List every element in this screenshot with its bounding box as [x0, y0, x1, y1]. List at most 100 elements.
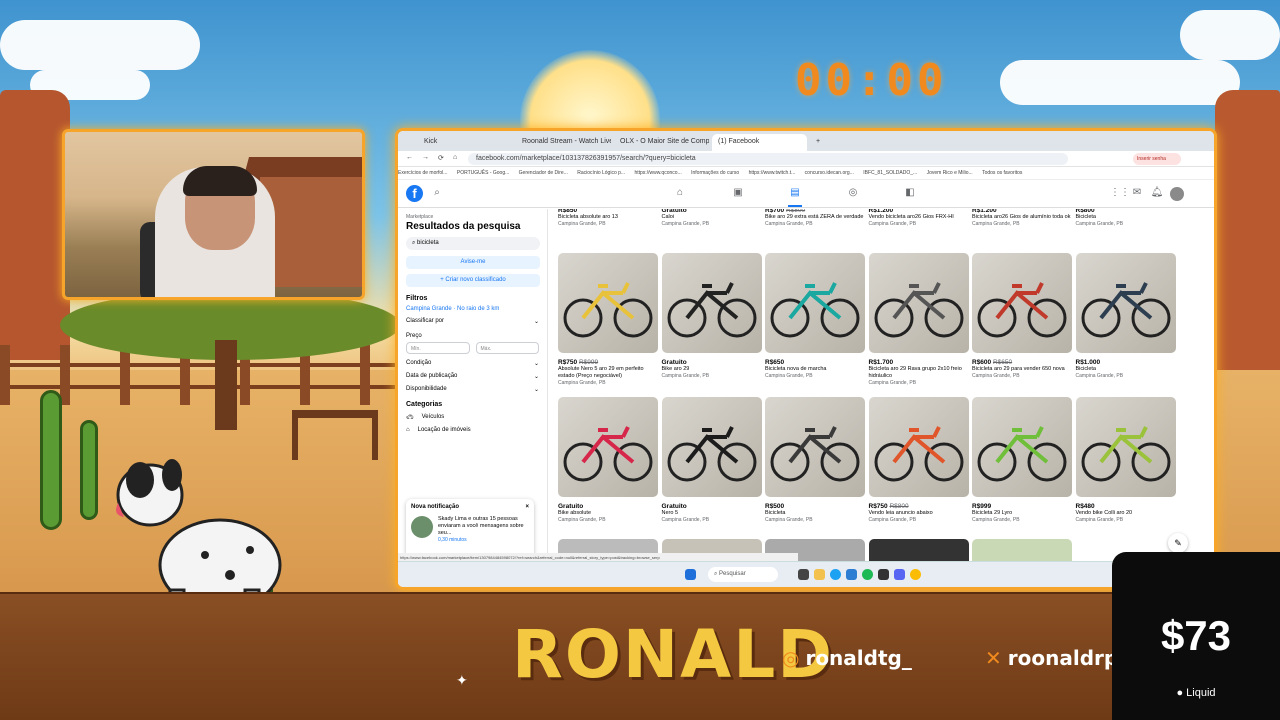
- bookmark-item[interactable]: Raciocínio Lógico p...: [577, 170, 625, 176]
- windows-start-icon[interactable]: [685, 569, 696, 580]
- listing-title: Bike absolute: [558, 510, 592, 516]
- webcam-streamer-hair: [183, 166, 257, 196]
- listing-card[interactable]: R$1.700 Bicicleta aro 29 Rava grupo 2x10…: [868, 253, 969, 386]
- listing-card[interactable]: R$999 Bicicleta 29 Lyro Campina Grande, P…: [972, 397, 1072, 523]
- condition-label: Condição: [406, 360, 432, 366]
- home-icon[interactable]: ⌂: [453, 154, 457, 161]
- listing-card[interactable]: Gratuito Bike aro 29 Campina Grande, PB: [661, 253, 762, 379]
- listing-photo: [558, 253, 658, 353]
- listing-title: Bicicleta aro26 Gios de alumínio toda ok: [972, 214, 1071, 220]
- listing-card[interactable]: R$1.200 Bicicleta aro26 Gios de alumínio…: [972, 209, 1072, 227]
- category-rentals[interactable]: ⌂ Locação de imóveis: [406, 427, 539, 433]
- forward-icon[interactable]: →: [422, 154, 429, 161]
- listing-card[interactable]: R$750 R$800 Vendo leia anuncio abaixo Camp…: [868, 397, 969, 523]
- task-view-icon[interactable]: [798, 569, 809, 580]
- marketplace-icon[interactable]: ▤: [788, 187, 802, 207]
- category-vehicles[interactable]: 🚗︎ Veículos: [406, 414, 539, 421]
- listing-card[interactable]: R$1.200 Vendo bicicleta aro26 Gios FRX-H…: [869, 209, 969, 227]
- obs-icon[interactable]: [878, 569, 889, 580]
- avatar[interactable]: [1170, 187, 1184, 201]
- donation-amount: $73: [1160, 612, 1232, 659]
- availability-dropdown[interactable]: Disponibilidade ⌄: [406, 386, 539, 393]
- compose-icon[interactable]: ✎: [1168, 533, 1188, 553]
- back-icon[interactable]: ←: [406, 154, 413, 161]
- listing-card[interactable]: R$600 R$650 Bicicleta aro 29 para vender …: [972, 253, 1072, 379]
- listing-title: Bicicleta aro 29 para vender 650 nova: [972, 366, 1065, 372]
- x-handle: ✕ roonaldrp: [985, 646, 1112, 670]
- bookmark-item[interactable]: https://www.twitch.t...: [749, 170, 796, 176]
- create-listing-button[interactable]: + Criar novo classificado: [406, 274, 540, 287]
- messenger-icon[interactable]: ✉: [1130, 187, 1144, 201]
- listing-photo: [1075, 397, 1176, 497]
- bookmark-item[interactable]: IBFC_81_SOLDADO_...: [863, 170, 917, 176]
- car-icon: 🚗︎: [406, 415, 414, 421]
- close-icon[interactable]: ×: [525, 504, 529, 510]
- listing-card[interactable]: Gratuito Caloi Campina Grande, PB: [662, 209, 762, 227]
- listing-price: R$500: [765, 503, 785, 510]
- search-icon[interactable]: ⌕: [430, 187, 444, 201]
- taskbar-search[interactable]: ⌕ Pesquisar: [708, 567, 778, 582]
- menu-icon[interactable]: ⋮⋮: [1110, 187, 1130, 201]
- groups-icon[interactable]: ◎: [846, 187, 860, 201]
- edge-icon[interactable]: [830, 569, 841, 580]
- facebook-logo[interactable]: f: [406, 185, 423, 202]
- listing-old-price: R$999: [578, 359, 599, 366]
- bookmark-item[interactable]: Exercícios de morfol...: [398, 170, 447, 176]
- gaming-icon[interactable]: ◧: [903, 187, 917, 201]
- chevron-down-icon: ⌄: [533, 374, 539, 380]
- cactus-graphic: [80, 420, 98, 520]
- bookmark-item[interactable]: Todos os favoritos: [982, 170, 1022, 176]
- listing-card[interactable]: R$480 Vendo bike Colli aro 20 Campina Gra…: [1075, 397, 1176, 523]
- condition-dropdown[interactable]: Condição ⌄: [406, 360, 539, 367]
- bicycle-icon: [874, 426, 963, 482]
- tab-facebook[interactable]: (1) Facebook: [712, 134, 807, 151]
- date-dropdown[interactable]: Data de publicação ⌄: [406, 373, 539, 380]
- store-icon[interactable]: [846, 569, 857, 580]
- chrome-icon[interactable]: [910, 569, 921, 580]
- listing-card[interactable]: R$650 Bicicleta nova de marcha Campina Gr…: [765, 253, 865, 379]
- marketplace-search-input[interactable]: ⌕ bicicleta: [406, 237, 540, 250]
- listing-price: R$600 R$650: [972, 359, 1013, 366]
- listing-card[interactable]: R$500 Bicicleta Campina Grande, PB: [765, 397, 865, 523]
- listing-card[interactable]: R$700 R$800 Bike aro 29 extra está ZERA d…: [765, 209, 865, 227]
- location-filter[interactable]: Campina Grande · No raio de 3 km: [406, 306, 539, 312]
- home-icon[interactable]: ⌂: [673, 187, 687, 201]
- tab-kick[interactable]: Kick: [418, 134, 513, 151]
- categories-heading: Categorias: [406, 401, 443, 408]
- listing-title: Vendo bike Colli aro 20: [1075, 510, 1133, 516]
- file-explorer-icon[interactable]: [814, 569, 825, 580]
- listing-location: Campina Grande, PB: [558, 221, 606, 227]
- listing-photo: [661, 397, 762, 497]
- new-tab-button[interactable]: +: [810, 134, 824, 151]
- listing-card[interactable]: R$800 Bicicleta Campina Grande, PB: [1076, 209, 1176, 227]
- password-badge[interactable]: Inserir senha: [1133, 153, 1181, 165]
- sort-by-dropdown[interactable]: Classificar por ⌄: [406, 318, 539, 325]
- listing-card[interactable]: R$750 R$999 Absolute Nero 5 aro 29 em per…: [558, 253, 658, 386]
- rock-mesa: [0, 90, 70, 360]
- donation-widget: $73 ● Liquid: [1112, 552, 1280, 720]
- bookmark-item[interactable]: https://www.qconco...: [634, 170, 681, 176]
- url-input[interactable]: facebook.com/marketplace/103137826391957…: [468, 153, 1068, 165]
- max-price-input[interactable]: Máx.: [475, 342, 539, 354]
- bookmark-item[interactable]: Gerenciador de Dire...: [519, 170, 568, 176]
- video-icon[interactable]: ▣: [731, 187, 745, 201]
- reload-icon[interactable]: ⟳: [438, 154, 444, 162]
- listing-card[interactable]: R$850 Bicicleta absolute aro 13 Campina G…: [558, 209, 658, 227]
- discord-icon[interactable]: [894, 569, 905, 580]
- tab-twitch[interactable]: Roonald Stream - Watch Live on...: [516, 134, 611, 151]
- tab-olx[interactable]: OLX - O Maior Site de Compra...: [614, 134, 709, 151]
- cloud-graphic: [1000, 60, 1240, 105]
- min-price-input[interactable]: Mín.: [406, 342, 470, 354]
- listing-card[interactable]: Gratuito Nero 5 Campina Grande, PB: [661, 397, 762, 523]
- bookmark-item[interactable]: Jovem Rico e Milio...: [927, 170, 973, 176]
- listing-location: Campina Grande, PB: [972, 373, 1020, 379]
- bicycle-icon: [563, 282, 653, 338]
- spotify-icon[interactable]: [862, 569, 873, 580]
- notifications-icon[interactable]: 🔔︎: [1150, 187, 1164, 201]
- listing-card[interactable]: R$1.000 Bicicleta Campina Grande, PB: [1075, 253, 1176, 379]
- bookmark-item[interactable]: Informações do curso: [691, 170, 739, 176]
- bookmark-item[interactable]: concurso.idecan.org...: [805, 170, 854, 176]
- listing-card[interactable]: Gratuito Bike absolute Campina Grande, PB: [558, 397, 658, 523]
- bookmark-item[interactable]: PORTUGUÊS - Goog...: [457, 170, 509, 176]
- notify-me-button[interactable]: Avise-me: [406, 256, 540, 269]
